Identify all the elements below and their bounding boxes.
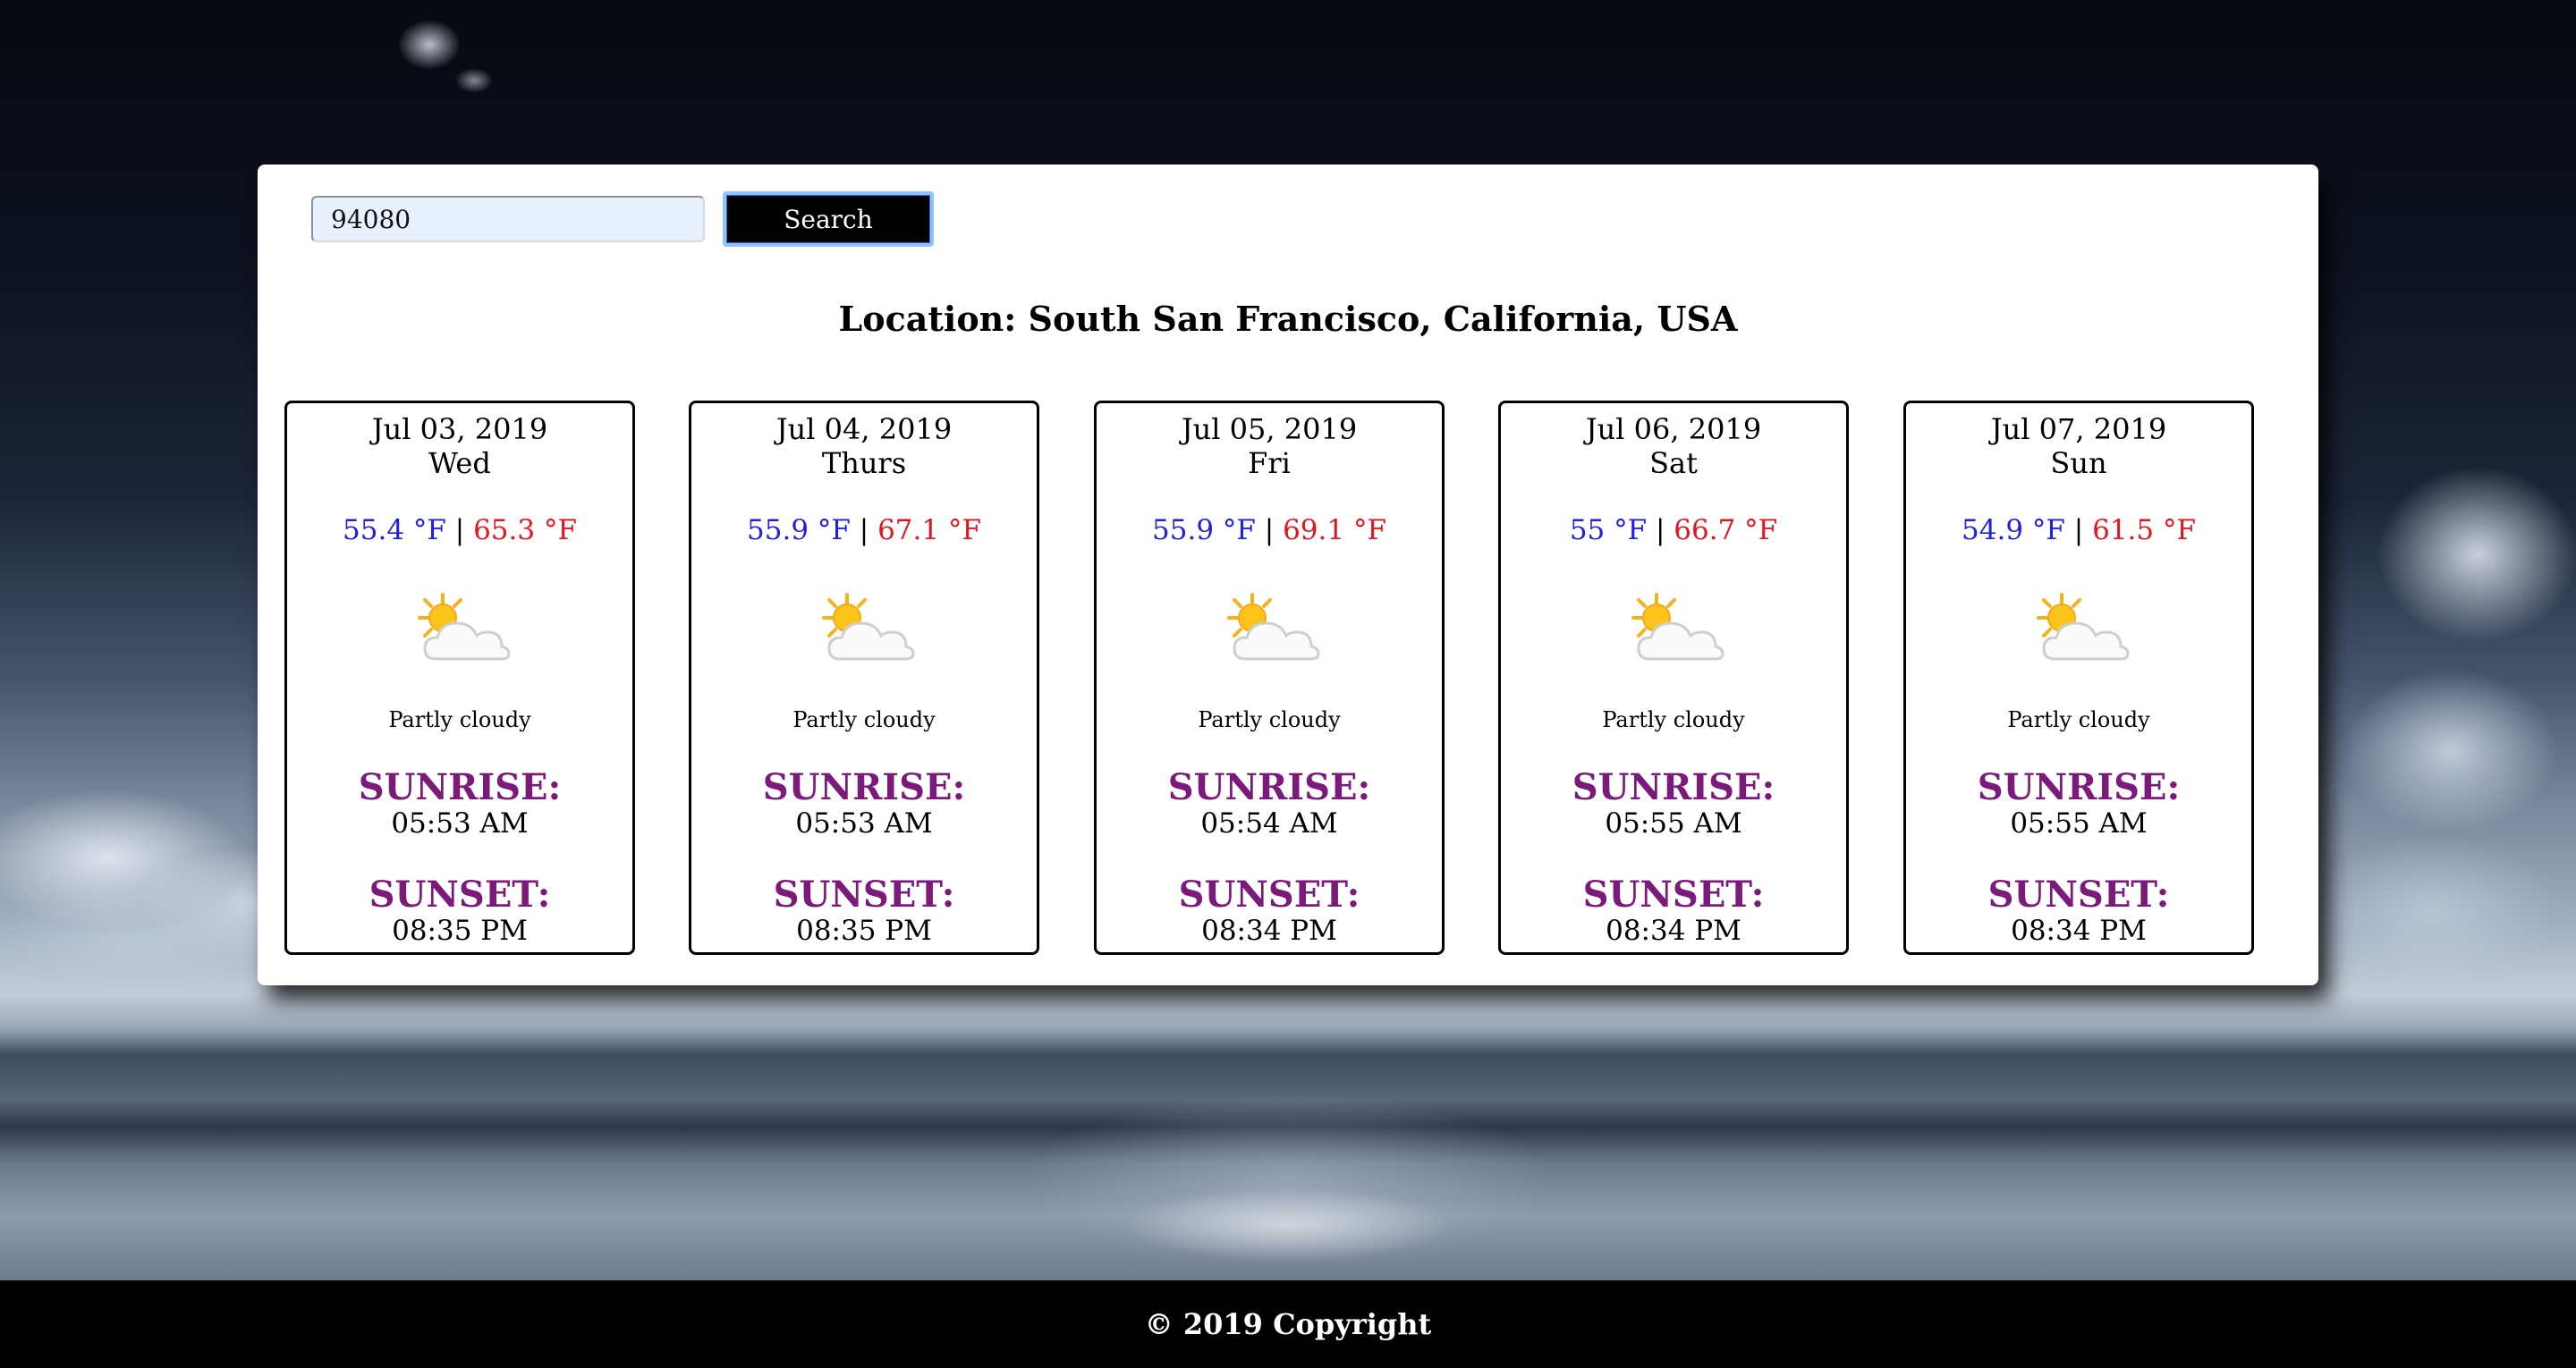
sunset-label: SUNSET: [1582,874,1765,916]
weather-condition: Partly cloudy [1602,707,1745,732]
sunrise-time: 05:55 AM [1605,807,1742,840]
high-temperature: 61.5 °F [2092,514,2196,546]
temperature-range: 55.9 °F | 67.1 °F [691,514,1037,546]
forecast-card: Jul 04, 2019 Thurs 55.9 °F | 67.1 °F Par… [689,401,1039,955]
sunset-time: 08:34 PM [2011,915,2147,947]
forecast-day: Wed [428,446,491,480]
sunrise-label: SUNRISE: [358,766,562,808]
low-temperature: 55.4 °F [343,514,446,546]
sunset-label: SUNSET: [773,874,955,916]
zip-search-input[interactable] [311,196,705,242]
weather-panel: Search Location: South San Francisco, Ca… [258,165,2318,985]
temperature-range: 55.9 °F | 69.1 °F [1097,514,1442,546]
temperature-range: 55 °F | 66.7 °F [1501,514,1846,546]
weather-condition: Partly cloudy [1198,707,1341,732]
forecast-card: Jul 06, 2019 Sat 55 °F | 66.7 °F Partly … [1498,401,1849,955]
location-heading: Location: South San Francisco, Californi… [838,299,1738,339]
forecast-date: Jul 07, 2019 [1990,412,2167,446]
sunset-label: SUNSET: [1987,874,2170,916]
temperature-range: 54.9 °F | 61.5 °F [1906,514,2251,546]
forecast-date: Jul 06, 2019 [1585,412,1762,446]
low-temperature: 55.9 °F [747,514,851,546]
sunset-time: 08:35 PM [392,915,528,947]
search-bar: Search [311,191,934,247]
temperature-separator: | [454,514,465,546]
low-temperature: 55.9 °F [1152,514,1256,546]
partly-cloudy-icon [1631,593,1724,661]
sunrise-label: SUNRISE: [1167,766,1371,808]
low-temperature: 54.9 °F [1962,514,2065,546]
sunrise-time: 05:54 AM [1200,807,1338,840]
forecast-day: Sat [1649,446,1698,480]
sunrise-label: SUNRISE: [762,766,966,808]
sunrise-time: 05:55 AM [2010,807,2148,840]
weather-condition: Partly cloudy [792,707,936,732]
sunset-time: 08:35 PM [796,915,932,947]
forecast-card: Jul 07, 2019 Sun 54.9 °F | 61.5 °F Partl… [1903,401,2254,955]
partly-cloudy-icon [1227,593,1320,661]
search-button[interactable]: Search [723,191,934,247]
temperature-separator: | [859,514,869,546]
temperature-separator: | [1655,514,1665,546]
temperature-separator: | [2073,514,2084,546]
forecast-card: Jul 05, 2019 Fri 55.9 °F | 69.1 °F Partl… [1094,401,1445,955]
sunset-time: 08:34 PM [1606,915,1741,947]
high-temperature: 66.7 °F [1674,514,1778,546]
sunrise-label: SUNRISE: [1572,766,1775,808]
partly-cloudy-icon [418,593,511,661]
sunset-label: SUNSET: [1178,874,1360,916]
temperature-range: 55.4 °F | 65.3 °F [287,514,632,546]
forecast-date: Jul 04, 2019 [775,412,953,446]
sunrise-label: SUNRISE: [1977,766,2181,808]
high-temperature: 69.1 °F [1283,514,1386,546]
background-cloud [358,0,537,107]
forecast-list: Jul 03, 2019 Wed 55.4 °F | 65.3 °F Partl… [284,401,2292,955]
sunrise-time: 05:53 AM [391,807,529,840]
temperature-separator: | [1264,514,1275,546]
forecast-date: Jul 05, 2019 [1181,412,1358,446]
partly-cloudy-icon [822,593,915,661]
sunset-time: 08:34 PM [1201,915,1337,947]
high-temperature: 65.3 °F [473,514,577,546]
forecast-date: Jul 03, 2019 [371,412,548,446]
forecast-card: Jul 03, 2019 Wed 55.4 °F | 65.3 °F Partl… [284,401,635,955]
low-temperature: 55 °F [1569,514,1648,546]
copyright-text: © 2019 Copyright [1144,1307,1432,1341]
sunset-label: SUNSET: [369,874,551,916]
weather-condition: Partly cloudy [388,707,531,732]
forecast-day: Sun [2050,446,2107,480]
partly-cloudy-icon [2037,593,2130,661]
high-temperature: 67.1 °F [877,514,981,546]
weather-condition: Partly cloudy [2007,707,2150,732]
forecast-day: Thurs [821,446,907,480]
footer: © 2019 Copyright [0,1280,2576,1368]
sunrise-time: 05:53 AM [795,807,933,840]
forecast-day: Fri [1248,446,1291,480]
